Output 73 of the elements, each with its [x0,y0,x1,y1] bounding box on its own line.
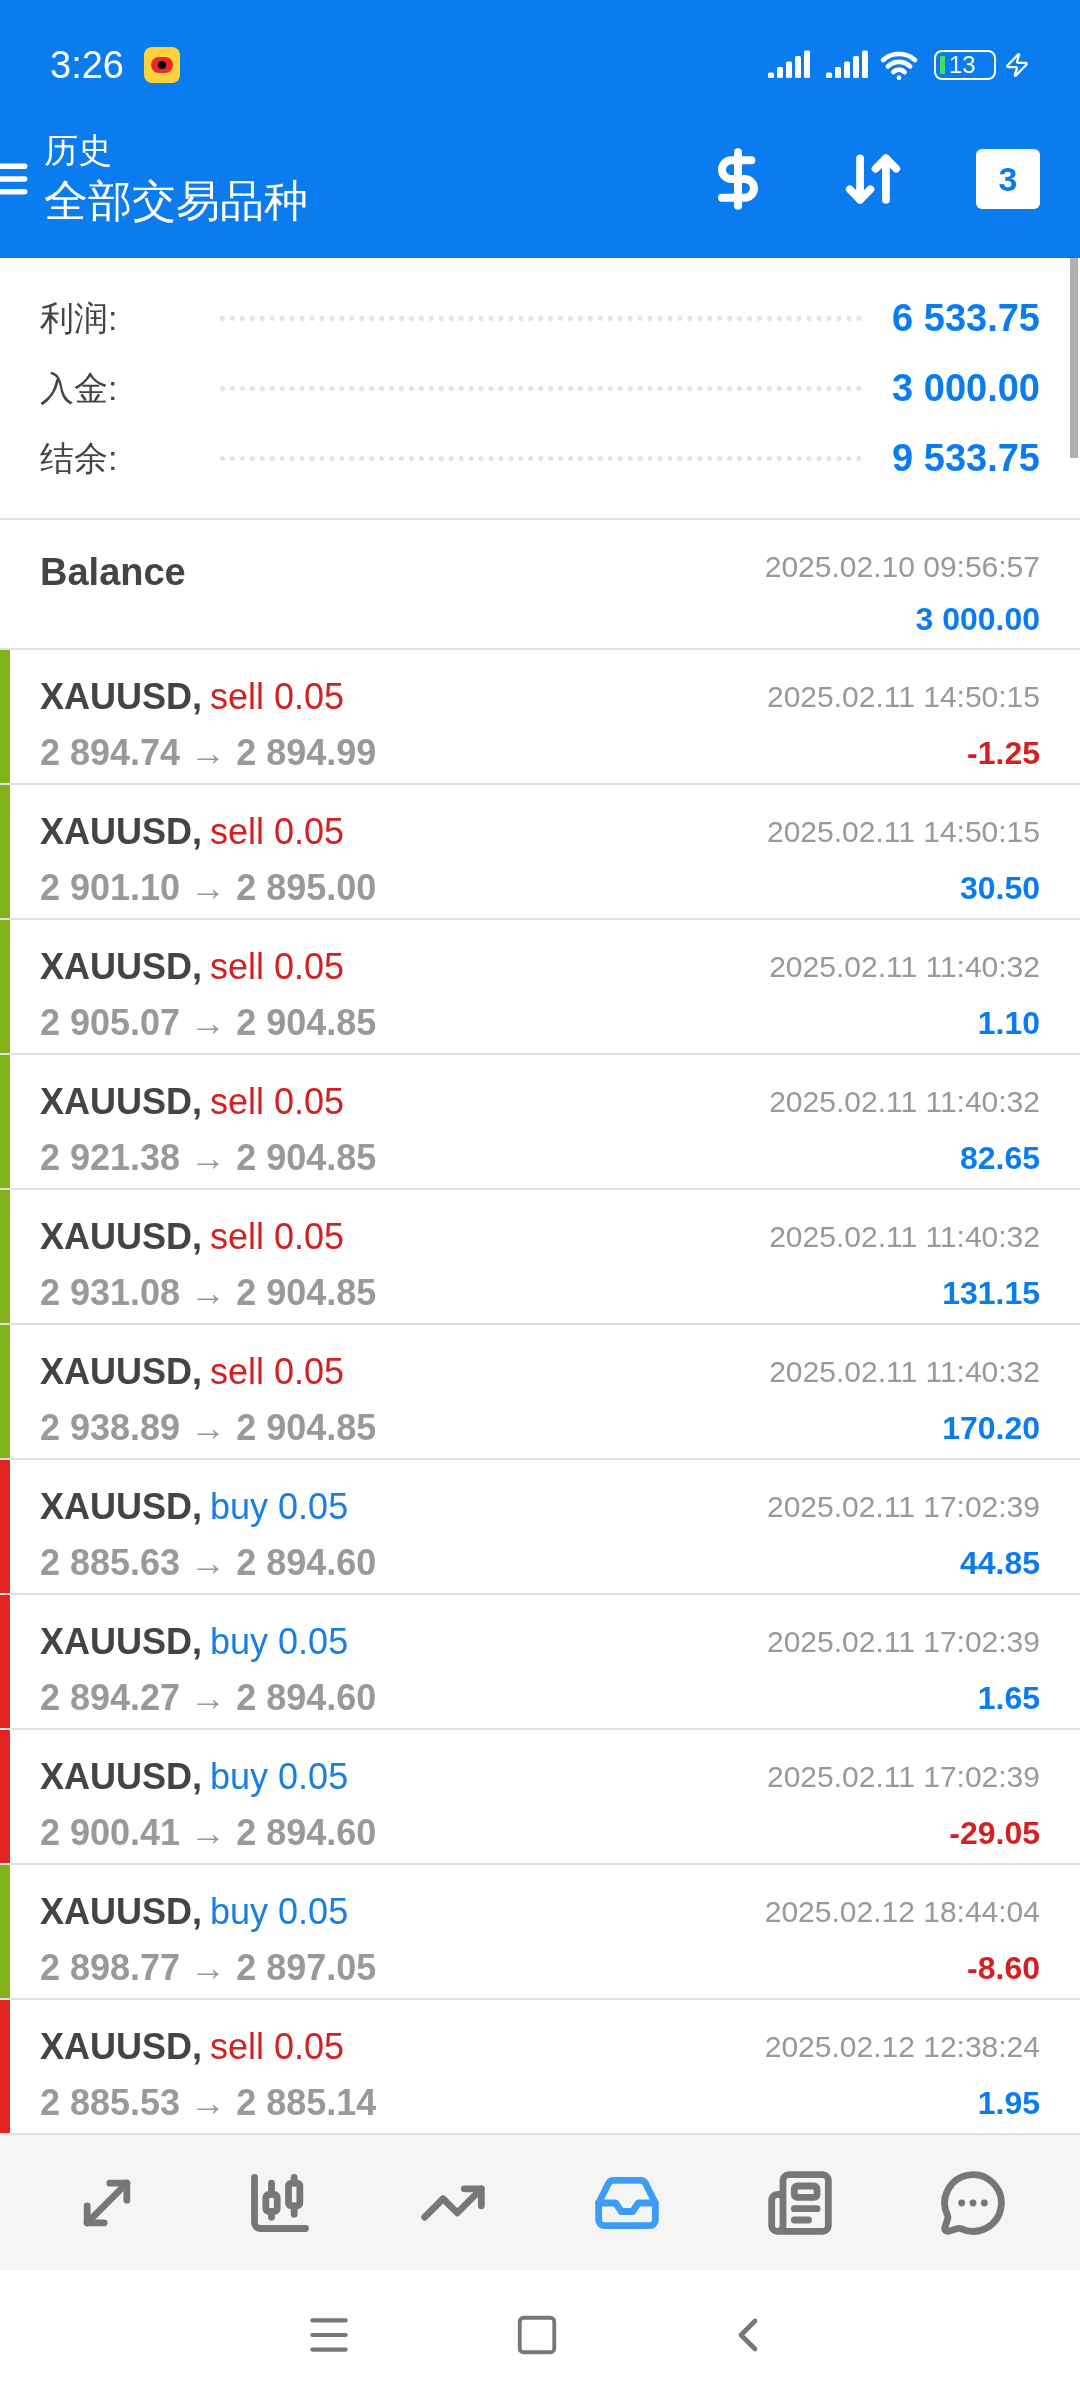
trade-side: buy 0.05 [210,1485,349,1529]
trade-time: 2025.02.11 17:02:39 [766,1624,1040,1660]
trade-profit: -1.25 [967,734,1040,773]
app-notification-icon [143,47,180,83]
trade-time: 2025.02.11 14:50:15 [766,814,1040,850]
trade-symbol: XAUUSD, [40,1080,203,1124]
trade-profit: 170.20 [942,1409,1040,1448]
balance-amount: 3 000.00 [915,600,1040,639]
trade-profit: -29.05 [949,1814,1040,1853]
trade-time: 2025.02.11 17:02:39 [766,1489,1040,1525]
trade-time: 2025.02.12 18:44:04 [764,1894,1040,1930]
trade-profit: 1.65 [977,1679,1040,1718]
trade-side: sell 0.05 [210,945,345,989]
summary-label: 结余: [40,437,119,479]
trade-profit: 1.95 [977,2084,1040,2123]
trade-symbol: XAUUSD, [40,1485,203,1529]
trade-side: buy 0.05 [210,1755,349,1799]
status-time: 3:26 [50,42,124,88]
battery-indicator: 13 [934,50,996,80]
trade-prices: 2 931.08 → 2 904.85 [40,1271,377,1315]
trade-side: sell 0.05 [210,2025,345,2069]
trade-symbol: XAUUSD, [40,945,203,989]
trade-time: 2025.02.11 11:40:32 [769,1084,1040,1120]
summary-value: 6 533.75 [892,295,1040,341]
trade-profit: -8.60 [967,1949,1040,1988]
trade-prices: 2 898.77 → 2 897.05 [40,1946,377,1990]
trade-time: 2025.02.11 14:50:15 [766,679,1040,715]
trade-profit: 82.65 [959,1139,1040,1178]
trade-symbol: XAUUSD, [40,2025,203,2069]
chat-bubble-icon[interactable] [939,2168,1008,2237]
trade-side: sell 0.05 [210,810,345,854]
trade-profit: 44.85 [959,1544,1040,1583]
trade-symbol: XAUUSD, [40,1215,203,1259]
trade-side: buy 0.05 [210,1890,349,1934]
trade-prices: 2 905.07 → 2 904.85 [40,1001,377,1045]
trade-symbol: XAUUSD, [40,1350,203,1394]
trade-prices: 2 885.53 → 2 885.14 [40,2081,377,2125]
trade-side: sell 0.05 [210,1215,345,1259]
trade-side: buy 0.05 [210,1620,349,1664]
trade-prices: 2 921.38 → 2 904.85 [40,1136,377,1180]
summary-label: 入金: [40,367,119,409]
summary-label: 利润: [40,297,119,339]
newspaper-icon[interactable] [765,2168,834,2237]
summary-value: 9 533.75 [892,435,1040,481]
trade-time: 2025.02.12 12:38:24 [764,2029,1040,2065]
trade-symbol: XAUUSD, [40,810,203,854]
trade-prices: 2 900.41 → 2 894.60 [40,1811,377,1855]
trade-prices: 2 894.27 → 2 894.60 [40,1676,377,1720]
balance-time: 2025.02.10 09:56:57 [764,549,1040,585]
trade-side: sell 0.05 [210,675,345,719]
screen-title: 全部交易品种 [44,175,308,227]
screen-subtitle: 历史 [44,130,113,171]
trade-symbol: XAUUSD, [40,675,203,719]
trade-prices: 2 901.10 → 2 895.00 [40,866,377,910]
trade-prices: 2 894.74 → 2 894.99 [40,731,377,775]
calendar-button[interactable]: 3 [976,149,1040,209]
trade-profit: 131.15 [942,1274,1040,1313]
summary-value: 3 000.00 [892,365,1040,411]
trade-prices: 2 938.89 → 2 904.85 [40,1406,377,1450]
trade-time: 2025.02.11 17:02:39 [766,1759,1040,1795]
trade-profit: 30.50 [959,869,1040,908]
trade-side: sell 0.05 [210,1350,345,1394]
trade-time: 2025.02.11 11:40:32 [769,1219,1040,1255]
balance-label: Balance [40,550,186,595]
trade-side: sell 0.05 [210,1080,345,1124]
trade-prices: 2 885.63 → 2 894.60 [40,1541,377,1585]
trade-symbol: XAUUSD, [40,1890,203,1934]
trade-symbol: XAUUSD, [40,1620,203,1664]
trade-time: 2025.02.11 11:40:32 [769,1354,1040,1390]
charging-icon [1004,52,1030,78]
trade-symbol: XAUUSD, [40,1755,203,1799]
trade-time: 2025.02.11 11:40:32 [769,949,1040,985]
trade-profit: 1.10 [977,1004,1040,1043]
